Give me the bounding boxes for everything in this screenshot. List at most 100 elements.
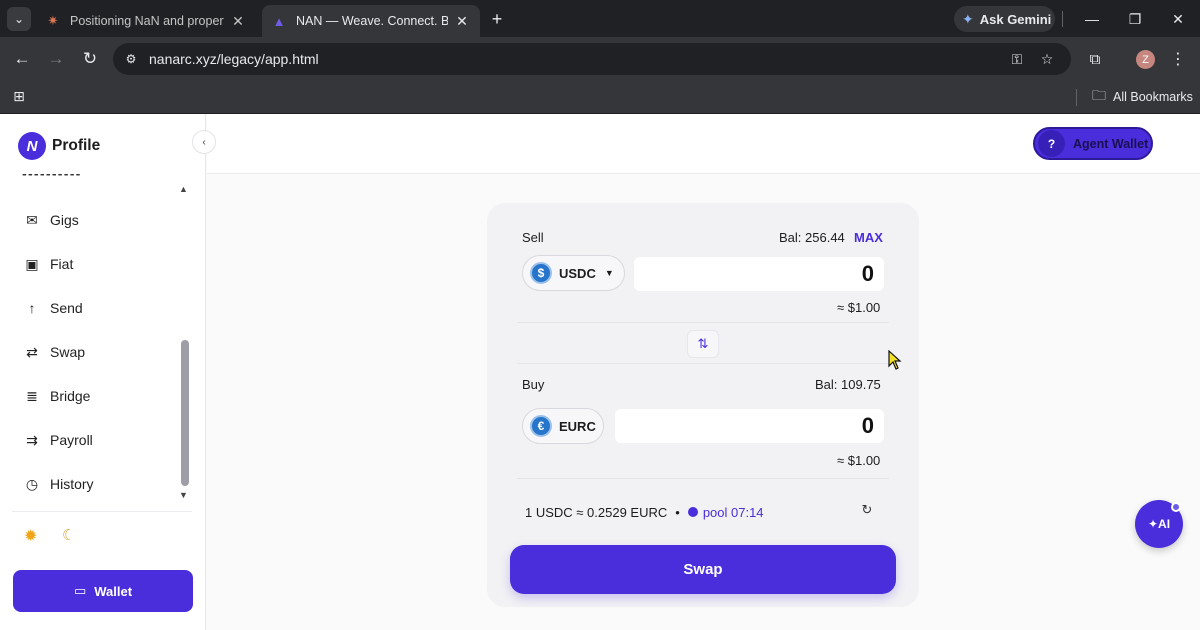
- nan-logo[interactable]: N: [18, 132, 46, 160]
- sell-token-selector[interactable]: $ USDC ▼: [522, 255, 625, 291]
- refresh-icon[interactable]: ↻: [859, 502, 875, 518]
- close-window-icon[interactable]: ✕: [1164, 6, 1192, 32]
- divider: [517, 322, 889, 323]
- sidebar-item-gigs[interactable]: ✉ Gigs: [22, 206, 172, 234]
- address-bar[interactable]: ⚙ nanarc.xyz/legacy/app.html ⚿ ☆: [113, 43, 1071, 75]
- bookmarks-bar: ⊞ 🗀 All Bookmarks: [0, 81, 1200, 114]
- apps-grid-icon[interactable]: ⊞: [10, 87, 28, 105]
- scroll-up-arrow[interactable]: ▲: [179, 184, 188, 194]
- divider: [12, 511, 192, 512]
- scrollbar-thumb[interactable]: [181, 340, 189, 486]
- sidebar-item-label: Bridge: [50, 388, 91, 404]
- buy-token-symbol: EURC: [559, 418, 596, 434]
- separator: •: [675, 504, 680, 520]
- swap-direction-icon[interactable]: ⇅: [687, 330, 719, 358]
- chevron-down-icon: ▼: [604, 268, 614, 278]
- sidebar-item-send[interactable]: ↑ Send: [22, 294, 172, 322]
- wallet-label: Wallet: [94, 583, 133, 599]
- buy-token-selector[interactable]: € EURC: [522, 408, 604, 444]
- sidebar-item-label: History: [50, 476, 94, 492]
- extensions-icon[interactable]: ⧉: [1085, 49, 1105, 69]
- gemini-icon: ✦: [962, 10, 974, 27]
- sell-token-symbol: USDC: [559, 265, 596, 281]
- help-badge: ?: [1038, 130, 1065, 157]
- sell-balance: Bal: 256.44: [779, 230, 845, 245]
- sidebar-item-clipped[interactable]: ▪▪▪▪▪▪▪▪▪▪: [22, 174, 132, 184]
- collapse-sidebar-icon[interactable]: ‹: [192, 130, 216, 154]
- app-header: ? Agent Wallet: [207, 114, 1200, 174]
- swap-card: Sell Bal: 256.44 MAX $ USDC ▼ 0 ≈ $1.00 …: [487, 203, 919, 607]
- sidebar-item-label: Gigs: [50, 212, 79, 228]
- pool-status-dot: [687, 507, 698, 517]
- sell-usd-value: ≈ $1.00: [837, 300, 881, 315]
- inbox-icon: ✉: [26, 211, 38, 228]
- new-tab-button[interactable]: +: [486, 8, 508, 30]
- clock-icon: ◷: [25, 475, 39, 492]
- buy-balance: Bal: 109.75: [815, 377, 881, 392]
- close-tab-icon[interactable]: ✕: [230, 13, 246, 30]
- max-button[interactable]: MAX: [854, 230, 883, 245]
- ask-gemini-label: Ask Gemini: [979, 11, 1052, 27]
- sidebar-item-payroll[interactable]: ⇉ Payroll: [22, 426, 172, 454]
- agent-wallet-button[interactable]: ? Agent Wallet: [1033, 127, 1153, 160]
- scroll-down-arrow[interactable]: ▼: [179, 490, 188, 500]
- all-bookmarks-button[interactable]: 🗀 All Bookmarks: [1092, 86, 1193, 108]
- bookmark-star-icon[interactable]: ☆: [1038, 51, 1056, 67]
- arrow-up-icon: ↑: [28, 300, 36, 316]
- swap-icon: ⇄: [26, 343, 38, 360]
- password-key-icon[interactable]: ⚿: [1008, 51, 1026, 67]
- buy-amount-input[interactable]: 0: [615, 409, 884, 443]
- nan-logo-icon: ▲: [272, 13, 286, 29]
- tab-title: Positioning NaN and properties: [70, 14, 224, 28]
- divider: [1062, 11, 1063, 27]
- close-tab-icon[interactable]: ✕: [454, 13, 470, 30]
- divider: [517, 478, 889, 479]
- restore-icon[interactable]: ❐: [1121, 6, 1149, 32]
- browser-toolbar: ← → ↻ ⚙ nanarc.xyz/legacy/app.html ⚿ ☆ ⧉…: [0, 37, 1200, 81]
- sidebar-item-label: Fiat: [50, 256, 74, 272]
- bridge-icon: ≣: [26, 387, 38, 404]
- wallet-button[interactable]: ▭ Wallet: [13, 570, 193, 612]
- back-icon[interactable]: ←: [10, 47, 34, 71]
- moon-icon[interactable]: ☾: [62, 526, 75, 544]
- all-bookmarks-label: All Bookmarks: [1113, 90, 1193, 104]
- minimize-icon[interactable]: —: [1078, 6, 1106, 32]
- payroll-icon: ⇉: [26, 431, 38, 448]
- sidebar-item-history[interactable]: ◷ History: [22, 470, 172, 498]
- usdc-coin-icon: $: [530, 262, 552, 284]
- browser-tab-bar: ⌄ ✷ Positioning NaN and properties ✕ ▲ N…: [0, 0, 1200, 37]
- sidebar: N Profile ‹ ▪▪▪▪▪▪▪▪▪▪ ✉ Gigs ▣ Fiat ↑ S…: [0, 114, 216, 630]
- sidebar-item-swap[interactable]: ⇄ Swap: [22, 338, 172, 366]
- sell-amount-input[interactable]: 0: [634, 257, 884, 291]
- buy-usd-value: ≈ $1.00: [837, 453, 881, 468]
- claude-icon: ✷: [47, 13, 59, 28]
- wallet-icon: ▭: [73, 583, 87, 598]
- avatar[interactable]: Z: [1136, 50, 1155, 69]
- tab-title: NAN — Weave. Connect. Build.: [296, 14, 448, 28]
- browser-tab-inactive[interactable]: ✷ Positioning NaN and properties ✕: [36, 5, 256, 37]
- pool-timer: pool 07:14: [702, 504, 764, 520]
- notification-dot: [1171, 502, 1181, 512]
- url-text[interactable]: nanarc.xyz/legacy/app.html: [149, 51, 319, 67]
- rate-row: 1 USDC ≈ 0.2529 EURC • pool 07:14: [517, 500, 889, 524]
- sidebar-item-label: Swap: [50, 344, 86, 360]
- swap-button[interactable]: Swap: [510, 545, 896, 594]
- sidebar-item-label: Payroll: [50, 432, 93, 448]
- sun-icon[interactable]: ✹: [24, 526, 37, 546]
- sidebar-item-bridge[interactable]: ≣ Bridge: [22, 382, 172, 410]
- site-settings-icon[interactable]: ⚙: [123, 51, 139, 67]
- reload-icon[interactable]: ↻: [78, 47, 102, 71]
- browser-tab-active[interactable]: ▲ NAN — Weave. Connect. Build. ✕: [262, 5, 480, 37]
- sidebar-item-fiat[interactable]: ▣ Fiat: [22, 250, 172, 278]
- divider: [517, 363, 889, 364]
- buy-label: Buy: [522, 377, 545, 392]
- cash-icon: ▣: [25, 255, 39, 272]
- tab-search-button[interactable]: ⌄: [7, 7, 31, 31]
- divider: [1076, 89, 1077, 106]
- eurc-coin-icon: €: [530, 415, 552, 437]
- folder-icon: 🗀: [1092, 87, 1106, 103]
- menu-kebab-icon[interactable]: ⋮: [1170, 49, 1186, 69]
- sell-label: Sell: [522, 230, 544, 245]
- forward-icon[interactable]: →: [44, 47, 68, 71]
- ask-gemini-button[interactable]: ✦ Ask Gemini: [954, 6, 1055, 32]
